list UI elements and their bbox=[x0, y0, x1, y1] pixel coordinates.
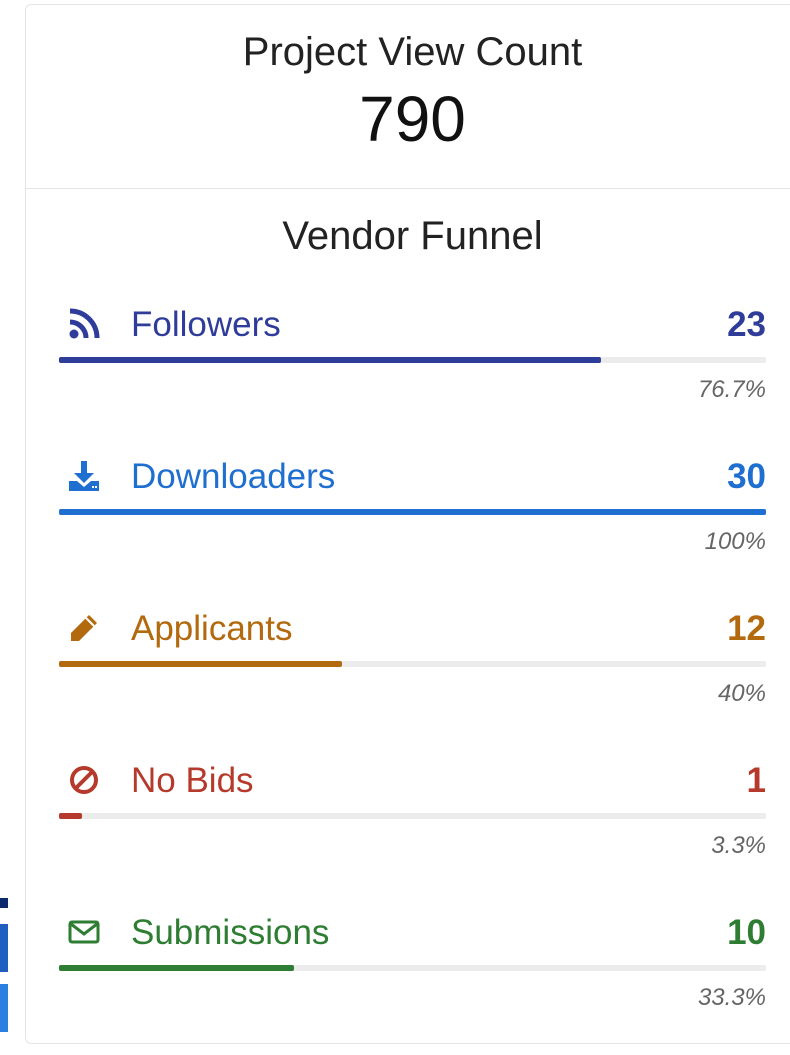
funnel-label-submissions[interactable]: Submissions bbox=[131, 911, 329, 955]
progress-bar-followers bbox=[59, 357, 766, 363]
funnel-label-followers[interactable]: Followers bbox=[131, 303, 281, 347]
envelope-icon bbox=[67, 915, 101, 949]
progress-fill-no-bids bbox=[59, 813, 83, 819]
funnel-row-submissions: Submissions 10 33.3% bbox=[59, 903, 766, 1055]
project-view-section: Project View Count 790 bbox=[26, 5, 790, 189]
funnel-row-applicants: Applicants 12 40% bbox=[59, 599, 766, 751]
funnel-percent-downloaders: 100% bbox=[704, 528, 766, 555]
progress-fill-followers bbox=[59, 357, 602, 363]
left-edge-block bbox=[0, 898, 8, 908]
funnel-percent-submissions: 33.3% bbox=[697, 984, 766, 1011]
funnel-label-no-bids[interactable]: No Bids bbox=[131, 759, 254, 803]
progress-bar-downloaders bbox=[59, 509, 766, 515]
left-edge-fragment bbox=[0, 880, 8, 1037]
funnel-count-followers: 23 bbox=[727, 305, 766, 344]
funnel-label-applicants[interactable]: Applicants bbox=[131, 607, 292, 651]
funnel-label-downloaders[interactable]: Downloaders bbox=[131, 455, 335, 499]
funnel-count-submissions: 10 bbox=[727, 913, 766, 952]
funnel-row-downloaders: Downloaders 30 100% bbox=[59, 447, 766, 599]
funnel-row-followers: Followers 23 76.7% bbox=[59, 295, 766, 447]
progress-fill-downloaders bbox=[59, 509, 766, 515]
funnel-percent-followers: 76.7% bbox=[697, 376, 766, 403]
progress-fill-applicants bbox=[59, 661, 342, 667]
funnel-row-no-bids: No Bids 1 3.3% bbox=[59, 751, 766, 903]
project-view-title: Project View Count bbox=[242, 30, 583, 74]
left-edge-block bbox=[0, 924, 8, 972]
vendor-funnel-title: Vendor Funnel bbox=[282, 214, 543, 258]
funnel-percent-applicants: 40% bbox=[717, 680, 766, 707]
pencil-icon bbox=[67, 611, 101, 645]
vendor-funnel-list: Followers 23 76.7% Downloaders 30 100% A… bbox=[59, 295, 766, 1055]
rss-icon bbox=[67, 307, 101, 341]
progress-bar-applicants bbox=[59, 661, 766, 667]
progress-bar-no-bids bbox=[59, 813, 766, 819]
project-view-count: 790 bbox=[359, 83, 466, 155]
funnel-count-downloaders: 30 bbox=[727, 457, 766, 496]
vendor-stats-card: Project View Count 790 Vendor Funnel Fol… bbox=[25, 4, 790, 1044]
progress-fill-submissions bbox=[59, 965, 295, 971]
funnel-percent-no-bids: 3.3% bbox=[711, 832, 766, 859]
progress-bar-submissions bbox=[59, 965, 766, 971]
ban-icon bbox=[67, 763, 101, 797]
funnel-count-no-bids: 1 bbox=[746, 761, 766, 800]
funnel-count-applicants: 12 bbox=[727, 609, 766, 648]
download-icon bbox=[67, 459, 101, 493]
left-edge-block bbox=[0, 984, 8, 1032]
